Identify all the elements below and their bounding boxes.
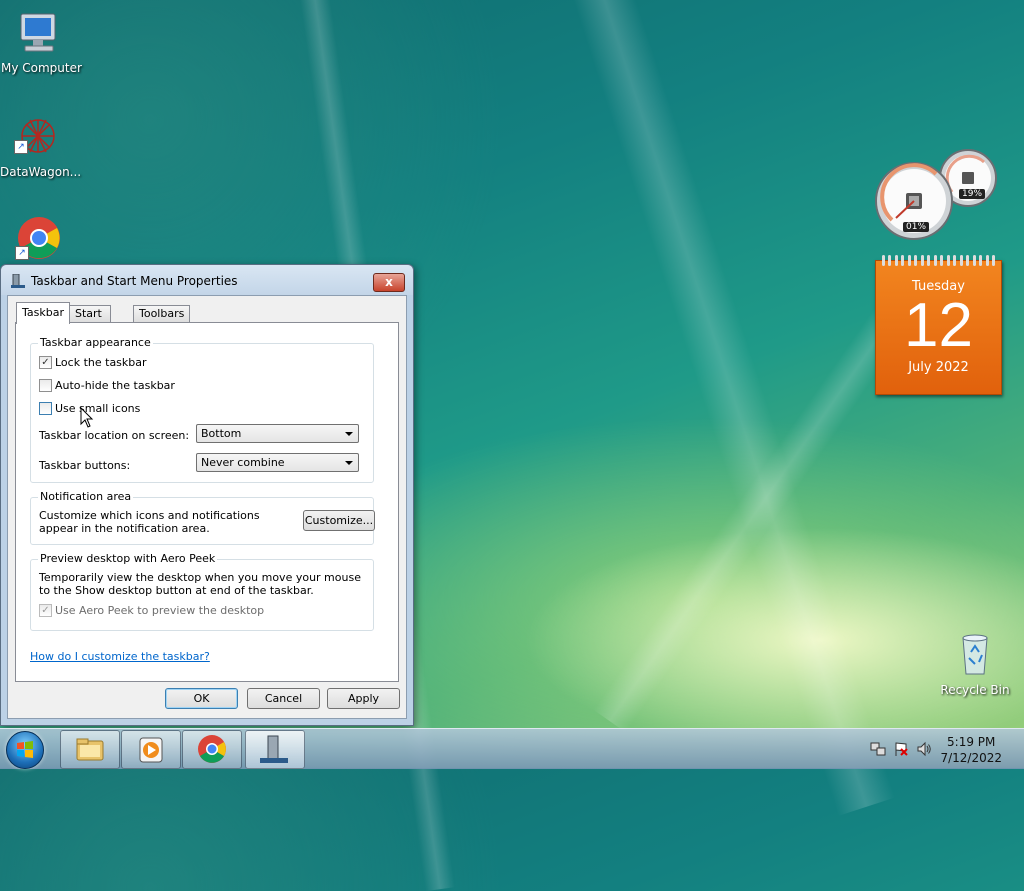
buttons-select[interactable]: Never combine	[196, 453, 359, 472]
desktop-icon-datawagon[interactable]: ↗ DataWagon...	[0, 112, 82, 179]
computer-icon	[20, 13, 56, 52]
checkbox-unchecked[interactable]	[39, 402, 52, 415]
desktop-icon-recycle-bin[interactable]: Recycle Bin	[937, 628, 1013, 697]
dialog-titlebar[interactable]: Taskbar and Start Menu Properties x	[1, 265, 413, 295]
ok-button[interactable]: OK	[165, 688, 238, 709]
tab-start-menu[interactable]: Start Menu	[69, 305, 112, 336]
peek-description: Temporarily view the desktop when you mo…	[39, 571, 361, 597]
apply-button[interactable]: Apply	[327, 688, 400, 709]
cpu-meter-gadget[interactable]: 01% 19%	[874, 148, 1000, 240]
taskbar-button-media-player[interactable]	[121, 730, 181, 769]
group-title: Taskbar appearance	[38, 336, 153, 349]
calendar-gadget[interactable]: Tuesday 12 July 2022	[875, 255, 1002, 395]
buttons-label: Taskbar buttons:	[39, 459, 131, 472]
group-notification-area: Notification area Customize which icons …	[30, 490, 375, 545]
recycle-bin-icon	[962, 634, 988, 675]
shortcut-arrow-icon: ↗	[15, 246, 29, 260]
taskbar: 5:19 PM 7/12/2022	[0, 728, 1024, 769]
desktop-icon-label: DataWagon...	[0, 165, 82, 179]
tab-pane-taskbar: Taskbar appearance ✓ Lock the taskbar Au…	[15, 322, 399, 682]
mouse-cursor-icon	[80, 407, 94, 428]
close-button[interactable]: x	[373, 273, 405, 292]
checkbox-label: Lock the taskbar	[55, 356, 147, 369]
cancel-button[interactable]: Cancel	[247, 688, 320, 709]
taskbar-properties-icon	[11, 274, 25, 288]
location-label: Taskbar location on screen:	[39, 429, 190, 442]
taskbar-properties-dialog: Taskbar and Start Menu Properties x Task…	[0, 264, 414, 726]
taskbar-button-taskbar-properties[interactable]	[245, 730, 305, 769]
cpu-usage-value: 01%	[903, 222, 930, 232]
taskbar-button-explorer[interactable]	[60, 730, 120, 769]
start-button[interactable]	[6, 731, 44, 769]
shortcut-arrow-icon: ↗	[14, 140, 28, 154]
calendar-month-year: July 2022	[908, 360, 969, 375]
network-icon[interactable]	[870, 741, 886, 757]
lock-taskbar-checkbox[interactable]: ✓ Lock the taskbar	[39, 356, 147, 369]
autohide-taskbar-checkbox[interactable]: Auto-hide the taskbar	[39, 379, 175, 392]
chevron-down-icon	[345, 461, 353, 465]
group-title: Notification area	[38, 490, 134, 503]
explorer-icon	[76, 738, 104, 761]
windows-logo-icon	[17, 741, 33, 758]
chevron-down-icon	[345, 432, 353, 436]
close-icon: x	[385, 275, 393, 289]
taskbar-button-chrome[interactable]	[182, 730, 242, 769]
select-value: Never combine	[201, 456, 285, 469]
checkbox-unchecked[interactable]	[39, 379, 52, 392]
tab-toolbars[interactable]: Toolbars	[133, 305, 191, 323]
taskbar-properties-icon	[260, 735, 288, 763]
media-player-icon	[139, 737, 163, 763]
group-title: Preview desktop with Aero Peek	[38, 552, 218, 565]
desktop-icon-my-computer[interactable]: My Computer	[1, 8, 82, 75]
calendar-rings	[882, 255, 995, 267]
clock[interactable]: 5:19 PM 7/12/2022	[940, 734, 1002, 766]
help-link[interactable]: How do I customize the taskbar?	[30, 650, 210, 663]
customize-button[interactable]: Customize...	[303, 510, 375, 531]
location-select[interactable]: Bottom	[196, 424, 359, 443]
volume-icon[interactable]	[916, 741, 932, 757]
select-value: Bottom	[201, 427, 242, 440]
aero-peek-checkbox: ✓ Use Aero Peek to preview the desktop	[39, 604, 264, 617]
system-tray: 5:19 PM 7/12/2022	[864, 729, 1024, 769]
action-center-flag-icon[interactable]	[893, 741, 909, 757]
notification-description: Customize which icons and notifications …	[39, 509, 260, 535]
clock-date: 7/12/2022	[940, 751, 1002, 765]
memory-usage-value: 19%	[959, 189, 986, 199]
desktop-icon-chrome[interactable]: ↗	[1, 214, 77, 265]
checkbox-label: Use small icons	[55, 402, 141, 415]
clock-time: 5:19 PM	[947, 735, 996, 749]
tab-taskbar[interactable]: Taskbar	[16, 302, 70, 324]
checkbox-label: Use Aero Peek to preview the desktop	[55, 604, 265, 617]
checkbox-checked[interactable]: ✓	[39, 356, 52, 369]
chrome-icon	[198, 735, 226, 763]
dialog-client: Taskbar Start Menu Toolbars Taskbar appe…	[7, 295, 407, 719]
checkbox-checked-disabled: ✓	[39, 604, 52, 617]
calendar-day: 12	[904, 291, 973, 360]
desktop-icon-label: Recycle Bin	[940, 683, 1010, 697]
checkbox-label: Auto-hide the taskbar	[55, 379, 175, 392]
dialog-title: Taskbar and Start Menu Properties	[31, 274, 238, 288]
group-aero-peek: Preview desktop with Aero Peek Temporari…	[30, 552, 374, 631]
desktop-icon-label: My Computer	[1, 61, 82, 75]
